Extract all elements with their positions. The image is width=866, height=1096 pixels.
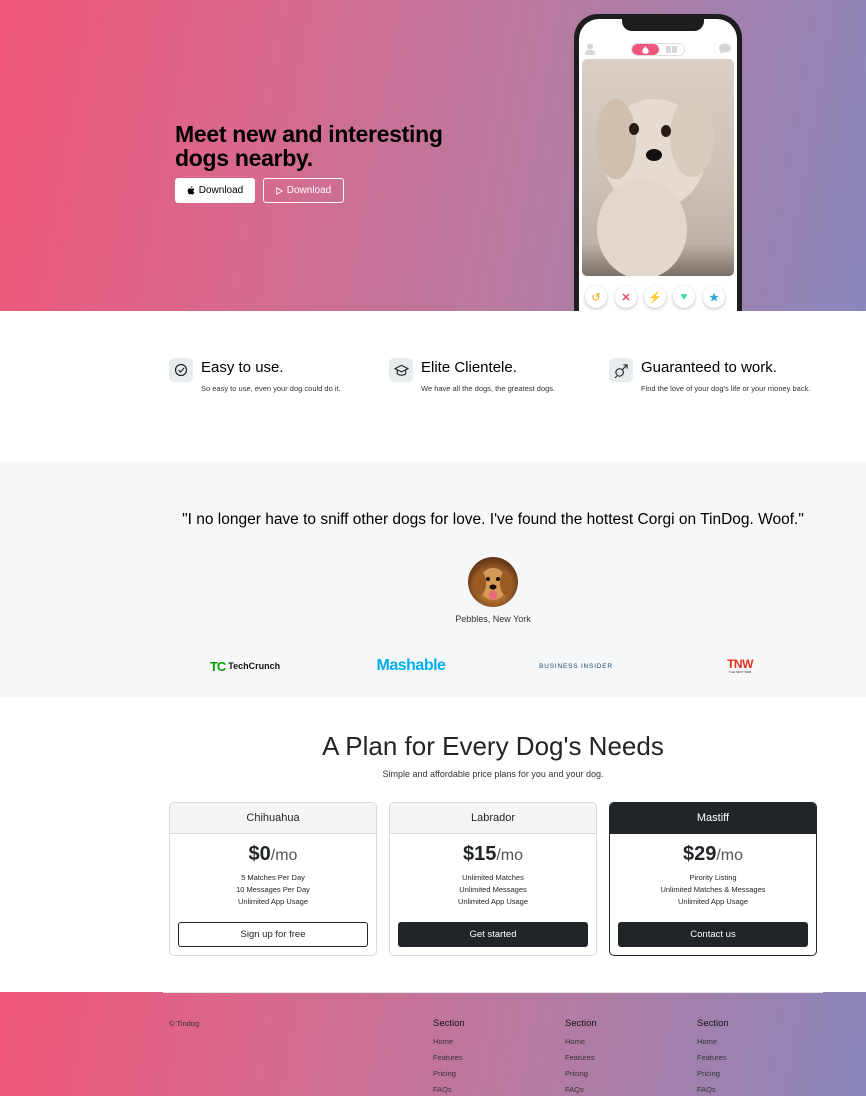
- footer-column-title: Section: [697, 1018, 729, 1029]
- techcrunch-logo[interactable]: TC TechCrunch: [203, 658, 287, 674]
- plan-feature: Unlimited Messages: [459, 885, 527, 894]
- graduation-cap-icon: [389, 358, 413, 382]
- apple-download-button[interactable]: Download: [175, 178, 255, 203]
- plan-price: $29/mo: [682, 843, 744, 865]
- footer-link-faqs[interactable]: FAQs: [433, 1082, 553, 1096]
- play-download-button[interactable]: Download: [263, 178, 344, 203]
- nope-icon[interactable]: ✕: [615, 286, 637, 308]
- business-insider-logo[interactable]: BUSINESS INSIDER: [536, 658, 616, 674]
- testimonial-quote: "I no longer have to sniff other dogs fo…: [182, 511, 804, 528]
- like-icon[interactable]: ♥: [673, 286, 695, 308]
- footer-column-title: Section: [565, 1018, 597, 1029]
- feature-text: Find the love of your dog's life or your…: [641, 384, 811, 393]
- apple-download-label: Download: [198, 185, 244, 196]
- techcrunch-mark: TC: [209, 658, 226, 674]
- tnw-wordmark: TNW: [727, 656, 753, 671]
- tnw-subtitle: THE NEXT WEB: [728, 669, 752, 674]
- plan-feature: Unlimited Matches: [462, 873, 524, 882]
- mashable-logo[interactable]: Mashable: [366, 657, 456, 674]
- check-circle-icon: [169, 358, 193, 382]
- footer-link-home[interactable]: Home: [565, 1034, 685, 1050]
- testimonial-author: Pebbles, New York: [455, 614, 531, 624]
- techcrunch-wordmark: TechCrunch: [228, 661, 281, 671]
- hero-title: Meet new and interesting dogs nearby.: [175, 121, 443, 171]
- rewind-icon[interactable]: ↺: [585, 286, 607, 308]
- swipe-actions: ↺ ✕ ⚡ ♥ ★: [579, 286, 737, 310]
- mode-toggle[interactable]: [631, 43, 685, 56]
- play-store-icon: [276, 186, 283, 195]
- footer-column: Section Home Features Pricing FAQs: [565, 1018, 685, 1096]
- footer-link-features[interactable]: Features: [433, 1050, 553, 1066]
- boost-icon[interactable]: ⚡: [644, 286, 666, 308]
- business-insider-wordmark: BUSINESS INSIDER: [539, 662, 613, 670]
- user-icon[interactable]: [585, 43, 595, 55]
- footer-link-pricing[interactable]: Pricing: [697, 1066, 817, 1082]
- feature-guaranteed: Guaranteed to work. Find the love of you…: [609, 358, 819, 418]
- chat-icon[interactable]: [719, 43, 731, 54]
- footer-column: Section Home Features Pricing FAQs: [697, 1018, 817, 1096]
- super-like-icon[interactable]: ★: [703, 286, 725, 308]
- copyright: © Tindog: [169, 1019, 200, 1028]
- mashable-wordmark: Mashable: [376, 657, 446, 674]
- contact-us-button[interactable]: Contact us: [618, 922, 808, 947]
- heart-gender-icon: [609, 358, 633, 382]
- tnw-logo[interactable]: TNW THE NEXT WEB: [722, 658, 758, 674]
- pricing-title: A Plan for Every Dog's Needs: [322, 731, 664, 761]
- footer: © Tindog Section Home Features Pricing F…: [0, 992, 866, 1096]
- plan-feature: Pirority Listing: [689, 873, 737, 882]
- testimonial-section: "I no longer have to sniff other dogs fo…: [0, 462, 866, 697]
- footer-link-features[interactable]: Features: [565, 1050, 685, 1066]
- plan-price: $15/mo: [462, 843, 524, 865]
- plan-name: Mastiff: [610, 803, 816, 834]
- feature-easy: Easy to use. So easy to use, even your d…: [169, 358, 379, 418]
- plan-feature: 10 Messages Per Day: [236, 885, 310, 894]
- footer-link-home[interactable]: Home: [433, 1034, 553, 1050]
- group-icon: [666, 46, 677, 53]
- avatar: [468, 557, 518, 607]
- get-started-button[interactable]: Get started: [398, 922, 588, 947]
- plan-features: 5 Matches Per Day 10 Messages Per Day Un…: [170, 872, 376, 908]
- feature-title: Guaranteed to work.: [641, 359, 777, 376]
- apple-icon: [187, 186, 195, 195]
- plan-feature: 5 Matches Per Day: [241, 873, 305, 882]
- phone-notch: [622, 19, 704, 31]
- flame-icon: [642, 46, 649, 54]
- plan-card-mastiff: Mastiff $29/mo Pirority Listing Unlimite…: [609, 802, 817, 956]
- plan-feature: Unlimited App Usage: [677, 897, 749, 906]
- footer-link-faqs[interactable]: FAQs: [565, 1082, 685, 1096]
- feature-text: We have all the dogs, the greatest dogs.: [421, 384, 556, 393]
- feature-title: Easy to use.: [201, 359, 284, 376]
- footer-column: Section Home Features Pricing FAQs: [433, 1018, 553, 1096]
- footer-link-features[interactable]: Features: [697, 1050, 817, 1066]
- plan-feature: Unlimited App Usage: [457, 897, 529, 906]
- phone-screen: ↺ ✕ ⚡ ♥ ★: [579, 19, 737, 311]
- plan-price: $0/mo: [248, 843, 298, 865]
- footer-link-home[interactable]: Home: [697, 1034, 817, 1050]
- plan-card-labrador: Labrador $15/mo Unlimited Matches Unlimi…: [389, 802, 597, 956]
- footer-link-faqs[interactable]: FAQs: [697, 1082, 817, 1096]
- plan-name: Chihuahua: [170, 803, 376, 834]
- feature-elite: Elite Clientele. We have all the dogs, t…: [389, 358, 599, 418]
- footer-divider: [163, 992, 823, 993]
- footer-column-title: Section: [433, 1018, 465, 1029]
- sign-up-free-button[interactable]: Sign up for free: [178, 922, 368, 947]
- footer-link-pricing[interactable]: Pricing: [565, 1066, 685, 1082]
- plan-feature: Unlimited App Usage: [237, 897, 309, 906]
- plan-features: Pirority Listing Unlimited Matches & Mes…: [610, 872, 816, 908]
- plan-card-chihuahua: Chihuahua $0/mo 5 Matches Per Day 10 Mes…: [169, 802, 377, 956]
- plan-name: Labrador: [390, 803, 596, 834]
- feature-title: Elite Clientele.: [421, 359, 517, 376]
- hero-section: Meet new and interesting dogs nearby. Do…: [0, 0, 866, 311]
- pricing-subtitle: Simple and affordable price plans for yo…: [382, 769, 604, 779]
- phone-mockup: ↺ ✕ ⚡ ♥ ★: [574, 14, 742, 311]
- play-download-label: Download: [286, 185, 332, 196]
- plan-feature: Unlimited Matches & Messages: [660, 885, 766, 894]
- app-top-bar: [579, 43, 737, 57]
- plan-features: Unlimited Matches Unlimited Messages Unl…: [390, 872, 596, 908]
- footer-link-pricing[interactable]: Pricing: [433, 1066, 553, 1082]
- dog-photo: [582, 59, 734, 276]
- feature-text: So easy to use, even your dog could do i…: [201, 384, 341, 393]
